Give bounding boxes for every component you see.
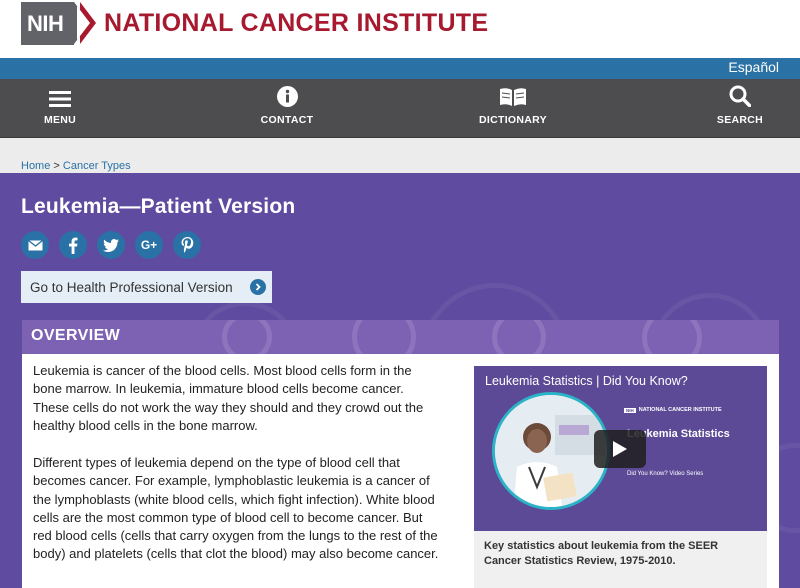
video-caption: Key statistics about leukemia from the S… <box>484 540 719 567</box>
google-plus-icon: G+ <box>140 238 158 252</box>
twitter-icon <box>103 238 119 252</box>
decorative-circle <box>492 320 546 354</box>
main-nav: MENU CONTACT DICTIONARY SEARCH <box>0 79 800 138</box>
nav-search-label: SEARCH <box>716 114 764 126</box>
nav-search-button[interactable]: SEARCH <box>690 79 790 137</box>
video-title: Leukemia Statistics | Did You Know? <box>485 374 688 388</box>
decorative-circle <box>352 320 416 354</box>
breadcrumb-home-link[interactable]: Home <box>21 160 50 172</box>
video-thumbnail-photo <box>492 392 610 510</box>
share-email-button[interactable] <box>21 231 49 259</box>
logo-text: NATIONAL CANCER INSTITUTE <box>104 9 489 37</box>
health-professional-version-button[interactable]: Go to Health Professional Version <box>21 271 272 303</box>
overview-content: Leukemia is cancer of the blood cells. M… <box>22 354 779 588</box>
share-facebook-button[interactable] <box>59 231 87 259</box>
nav-dictionary-label: DICTIONARY <box>479 114 547 126</box>
hero-section: Leukemia—Patient Version G+ Go to Health… <box>0 173 800 588</box>
breadcrumb-trail: Home > Cancer Types <box>21 160 131 172</box>
book-icon <box>463 79 563 109</box>
nih-logo-mark: NIH <box>21 2 74 45</box>
nih-chevron-icon <box>74 2 98 45</box>
video-player[interactable]: Leukemia Statistics | Did You Know? NIH … <box>474 366 767 531</box>
language-bar: Español <box>0 58 800 79</box>
email-icon <box>27 239 43 250</box>
breadcrumb-cancer-types-link[interactable]: Cancer Types <box>63 160 131 172</box>
decorative-circle <box>222 320 272 354</box>
share-twitter-button[interactable] <box>97 231 125 259</box>
overview-paragraph-1: Leukemia is cancer of the blood cells. M… <box>33 363 424 433</box>
overview-section-header: OVERVIEW <box>22 320 779 354</box>
nci-logo[interactable]: NIH NATIONAL CANCER INSTITUTE <box>21 2 488 45</box>
chevron-right-icon <box>250 279 266 295</box>
health-professional-label: Go to Health Professional Version <box>30 279 233 295</box>
play-icon <box>613 441 627 457</box>
search-icon <box>690 79 790 109</box>
nav-menu-button[interactable]: MENU <box>10 79 110 137</box>
breadcrumb: Home > Cancer Types <box>0 138 800 173</box>
nav-contact-label: CONTACT <box>260 114 314 126</box>
video-brand-mark: NIH <box>624 407 636 413</box>
facebook-icon <box>69 237 78 254</box>
video-series-label: Did You Know? Video Series <box>627 471 704 477</box>
pinterest-icon <box>181 237 193 253</box>
overview-title: OVERVIEW <box>31 327 121 344</box>
nav-menu-label: MENU <box>43 114 77 126</box>
overview-paragraph-2: Different types of leukemia depend on th… <box>33 455 439 562</box>
video-caption-box: Key statistics about leukemia from the S… <box>474 531 767 588</box>
site-header: NIH NATIONAL CANCER INSTITUTE <box>0 0 800 58</box>
page-title: Leukemia—Patient Version <box>21 195 296 218</box>
share-google-plus-button[interactable]: G+ <box>135 231 163 259</box>
share-pinterest-button[interactable] <box>173 231 201 259</box>
espanol-link[interactable]: Español <box>728 59 779 75</box>
nav-dictionary-button[interactable]: DICTIONARY <box>463 79 563 137</box>
info-icon <box>237 79 337 109</box>
nav-contact-button[interactable]: CONTACT <box>237 79 337 137</box>
video-brand: NIH NATIONAL CANCER INSTITUTE <box>624 407 722 413</box>
breadcrumb-separator: > <box>53 160 60 172</box>
menu-icon <box>10 79 110 109</box>
video-brand-text: NATIONAL CANCER INSTITUTE <box>638 407 722 413</box>
decorative-circle <box>642 320 702 354</box>
play-button[interactable] <box>594 430 646 468</box>
